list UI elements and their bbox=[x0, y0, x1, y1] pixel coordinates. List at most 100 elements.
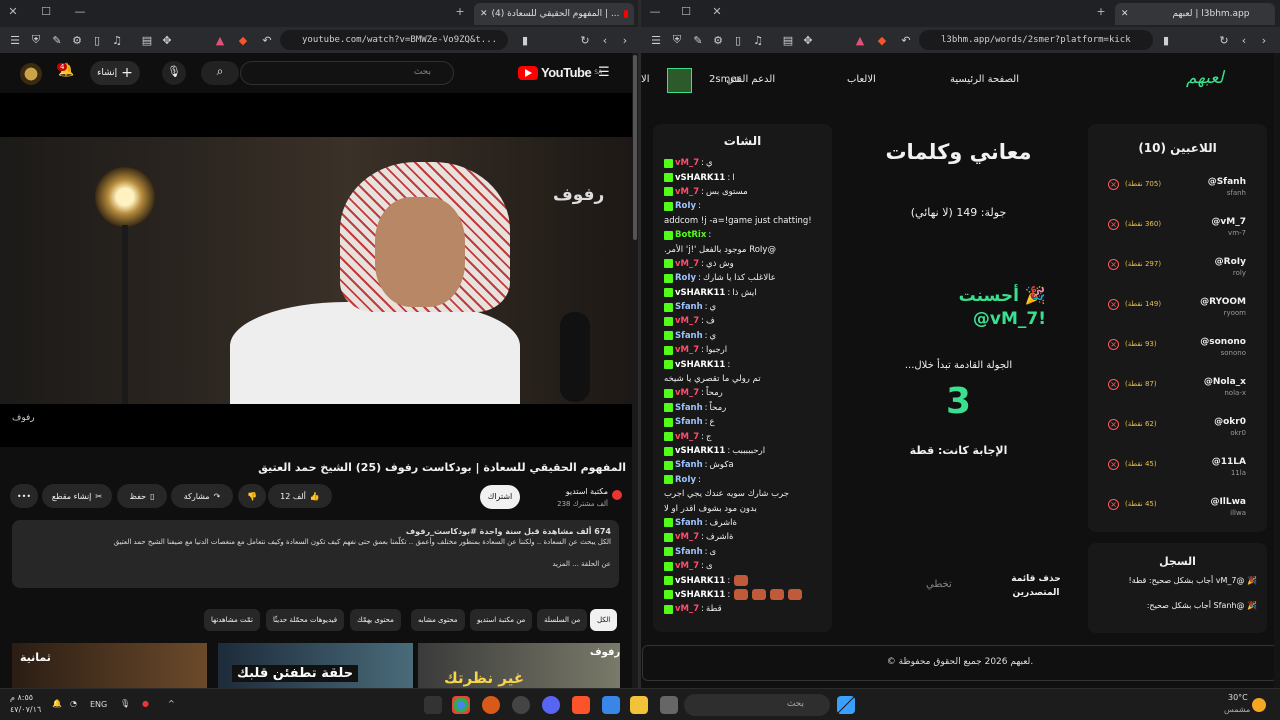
clock-time[interactable]: ٨:٥٥ م bbox=[10, 693, 33, 702]
chat-username[interactable]: vSHARK11 bbox=[675, 576, 725, 586]
wifi-icon[interactable]: ◔ bbox=[70, 699, 77, 708]
remove-player-icon[interactable]: × bbox=[1108, 219, 1119, 230]
chat-username[interactable]: Sfanh bbox=[675, 518, 703, 528]
user-avatar[interactable] bbox=[667, 68, 692, 93]
share-icon[interactable]: ↶ bbox=[260, 34, 274, 47]
url-field[interactable]: youtube.com/watch?v=BMWZe-Vo9ZQ&t... bbox=[280, 30, 508, 50]
chat-username[interactable]: vSHARK11 bbox=[675, 590, 725, 600]
minimize-icon[interactable]: — bbox=[647, 5, 663, 18]
chrome-icon[interactable] bbox=[452, 696, 470, 714]
chip-all[interactable]: الكل bbox=[590, 609, 618, 631]
pen-icon[interactable]: ✎ bbox=[50, 34, 64, 47]
save-button[interactable]: حفظ ▯ bbox=[117, 484, 167, 508]
chip-recent[interactable]: فيديوهات محمّلة حديثًا bbox=[266, 609, 345, 631]
weather-desc[interactable]: مشمس bbox=[1224, 705, 1250, 714]
epic-games-icon[interactable] bbox=[424, 696, 442, 714]
chat-username[interactable]: vSHARK11 bbox=[675, 288, 725, 298]
wallet-icon[interactable]: ▤ bbox=[781, 34, 795, 47]
puzzle-icon[interactable]: ✥ bbox=[801, 34, 815, 47]
share-icon[interactable]: ↶ bbox=[899, 34, 913, 47]
search-icon[interactable]: ⌕ bbox=[201, 61, 239, 85]
extensions-icon[interactable]: ⚙ bbox=[70, 34, 84, 47]
language-indicator[interactable]: ENG bbox=[90, 700, 107, 709]
bookmark-icon[interactable]: ▮ bbox=[1159, 34, 1173, 47]
brave-shield-icon[interactable]: ◆ bbox=[875, 34, 889, 47]
thumbnail-2[interactable]: حلقة تطفئن قلبك bbox=[218, 643, 413, 688]
chat-username[interactable]: RoIy bbox=[675, 475, 696, 485]
bookmark-icon[interactable]: ▮ bbox=[518, 34, 532, 47]
chip-similar[interactable]: محتوى مشابه bbox=[411, 609, 465, 631]
reload-icon[interactable]: ↻ bbox=[578, 34, 592, 47]
chat-username[interactable]: vSHARK11 bbox=[675, 446, 725, 456]
chat-username[interactable]: vM_7 bbox=[675, 158, 699, 168]
back-icon[interactable]: ‹ bbox=[1237, 34, 1251, 47]
remove-player-icon[interactable]: × bbox=[1108, 419, 1119, 430]
clear-leaderboard-button[interactable]: حذف قائمة المتصدرين bbox=[1006, 573, 1066, 600]
close-tab-icon[interactable]: ✕ bbox=[1121, 9, 1129, 19]
pen-icon[interactable]: ✎ bbox=[691, 34, 705, 47]
chat-username[interactable]: Sfanh bbox=[675, 403, 703, 413]
chat-username[interactable]: vM_7 bbox=[675, 345, 699, 355]
new-tab-icon[interactable]: + bbox=[452, 5, 468, 18]
windows-start-icon[interactable] bbox=[837, 696, 855, 714]
sidebar-icon[interactable]: ▯ bbox=[731, 34, 745, 47]
chat-username[interactable]: RoIy bbox=[675, 201, 696, 211]
chat-username[interactable]: vM_7 bbox=[675, 532, 699, 542]
create-button[interactable]: إنشاء + bbox=[90, 61, 140, 85]
chevron-up-icon[interactable]: ^ bbox=[168, 699, 175, 708]
clock-date[interactable]: ٤٧/٠٧/١٦ bbox=[10, 705, 41, 714]
weather-temp[interactable]: 30°C bbox=[1228, 693, 1248, 702]
chat-username[interactable]: vM_7 bbox=[675, 604, 699, 614]
notifications-icon[interactable]: 🔔 bbox=[52, 699, 62, 708]
microphone-icon[interactable]: 🎙 bbox=[162, 61, 186, 85]
menu-icon[interactable]: ☰ bbox=[649, 34, 663, 47]
chat-username[interactable]: Sfanh bbox=[675, 460, 703, 470]
puzzle-icon[interactable]: ✥ bbox=[160, 34, 174, 47]
remove-player-icon[interactable]: × bbox=[1108, 179, 1119, 190]
skip-button[interactable]: تخطي bbox=[926, 579, 952, 590]
taskbar-search[interactable]: بحث bbox=[684, 694, 830, 716]
url-field[interactable]: l3bhm.app/words/2smer?platform=kick bbox=[919, 30, 1153, 50]
video-player[interactable]: رفوف رفوف bbox=[0, 93, 632, 447]
steam-icon[interactable] bbox=[512, 696, 530, 714]
brave-shield-icon[interactable]: ◆ bbox=[236, 34, 250, 47]
discord-icon[interactable] bbox=[542, 696, 560, 714]
tab-l3bhm[interactable]: ✕ لعبهم | l3bhm.app bbox=[1115, 3, 1275, 25]
music-icon[interactable]: ♫ bbox=[110, 34, 124, 47]
menu-icon[interactable]: ☰ bbox=[8, 34, 22, 47]
sidebar-icon[interactable]: ▯ bbox=[90, 34, 104, 47]
chat-username[interactable]: Sfanh bbox=[675, 331, 703, 341]
channel-name[interactable]: مكتبة استديو bbox=[566, 487, 608, 496]
settings-app-icon[interactable] bbox=[602, 696, 620, 714]
shield-icon[interactable]: ⛨ bbox=[29, 33, 43, 47]
description-box[interactable]: 674 ألف مشاهدة قبل سنة واحدة #بودكاست_رف… bbox=[12, 520, 619, 588]
remove-player-icon[interactable]: × bbox=[1108, 499, 1119, 510]
record-tray-icon[interactable]: ● bbox=[142, 699, 149, 708]
app-icon[interactable] bbox=[482, 696, 500, 714]
clip-button[interactable]: إنشاء مقطع ✂ bbox=[42, 484, 112, 508]
close-tab-icon[interactable]: ✕ bbox=[480, 9, 488, 19]
remove-player-icon[interactable]: × bbox=[1108, 379, 1119, 390]
music-icon[interactable]: ♫ bbox=[751, 34, 765, 47]
subscribe-button[interactable]: اشتراك bbox=[480, 485, 520, 509]
username[interactable]: 2smer bbox=[709, 74, 741, 85]
remove-player-icon[interactable]: × bbox=[1108, 459, 1119, 470]
more-actions-button[interactable]: ••• bbox=[10, 484, 38, 508]
chat-username[interactable]: Sfanh bbox=[675, 417, 703, 427]
remove-player-icon[interactable]: × bbox=[1108, 339, 1119, 350]
back-icon[interactable]: ‹ bbox=[598, 34, 612, 47]
chip-for-you[interactable]: محتوى يهمّك bbox=[350, 609, 401, 631]
forward-icon[interactable]: › bbox=[1257, 34, 1271, 47]
description-more[interactable]: عن الحلقة ... المزيد bbox=[20, 560, 611, 570]
file-explorer-icon[interactable] bbox=[630, 696, 648, 714]
chat-username[interactable]: RoIy bbox=[675, 273, 696, 283]
chat-username[interactable]: vSHARK11 bbox=[675, 360, 725, 370]
close-window-icon[interactable]: ✕ bbox=[709, 5, 725, 18]
chat-username[interactable]: Sfanh bbox=[675, 547, 703, 557]
like-button[interactable]: 12 ألف 👍 bbox=[268, 484, 332, 508]
search-input[interactable]: بحث bbox=[240, 61, 454, 85]
nav-more[interactable]: الا bbox=[641, 74, 649, 85]
close-window-icon[interactable]: ✕ bbox=[5, 5, 21, 18]
nav-games[interactable]: الالعاب bbox=[847, 74, 876, 85]
rewards-icon[interactable]: ▲ bbox=[213, 34, 227, 47]
